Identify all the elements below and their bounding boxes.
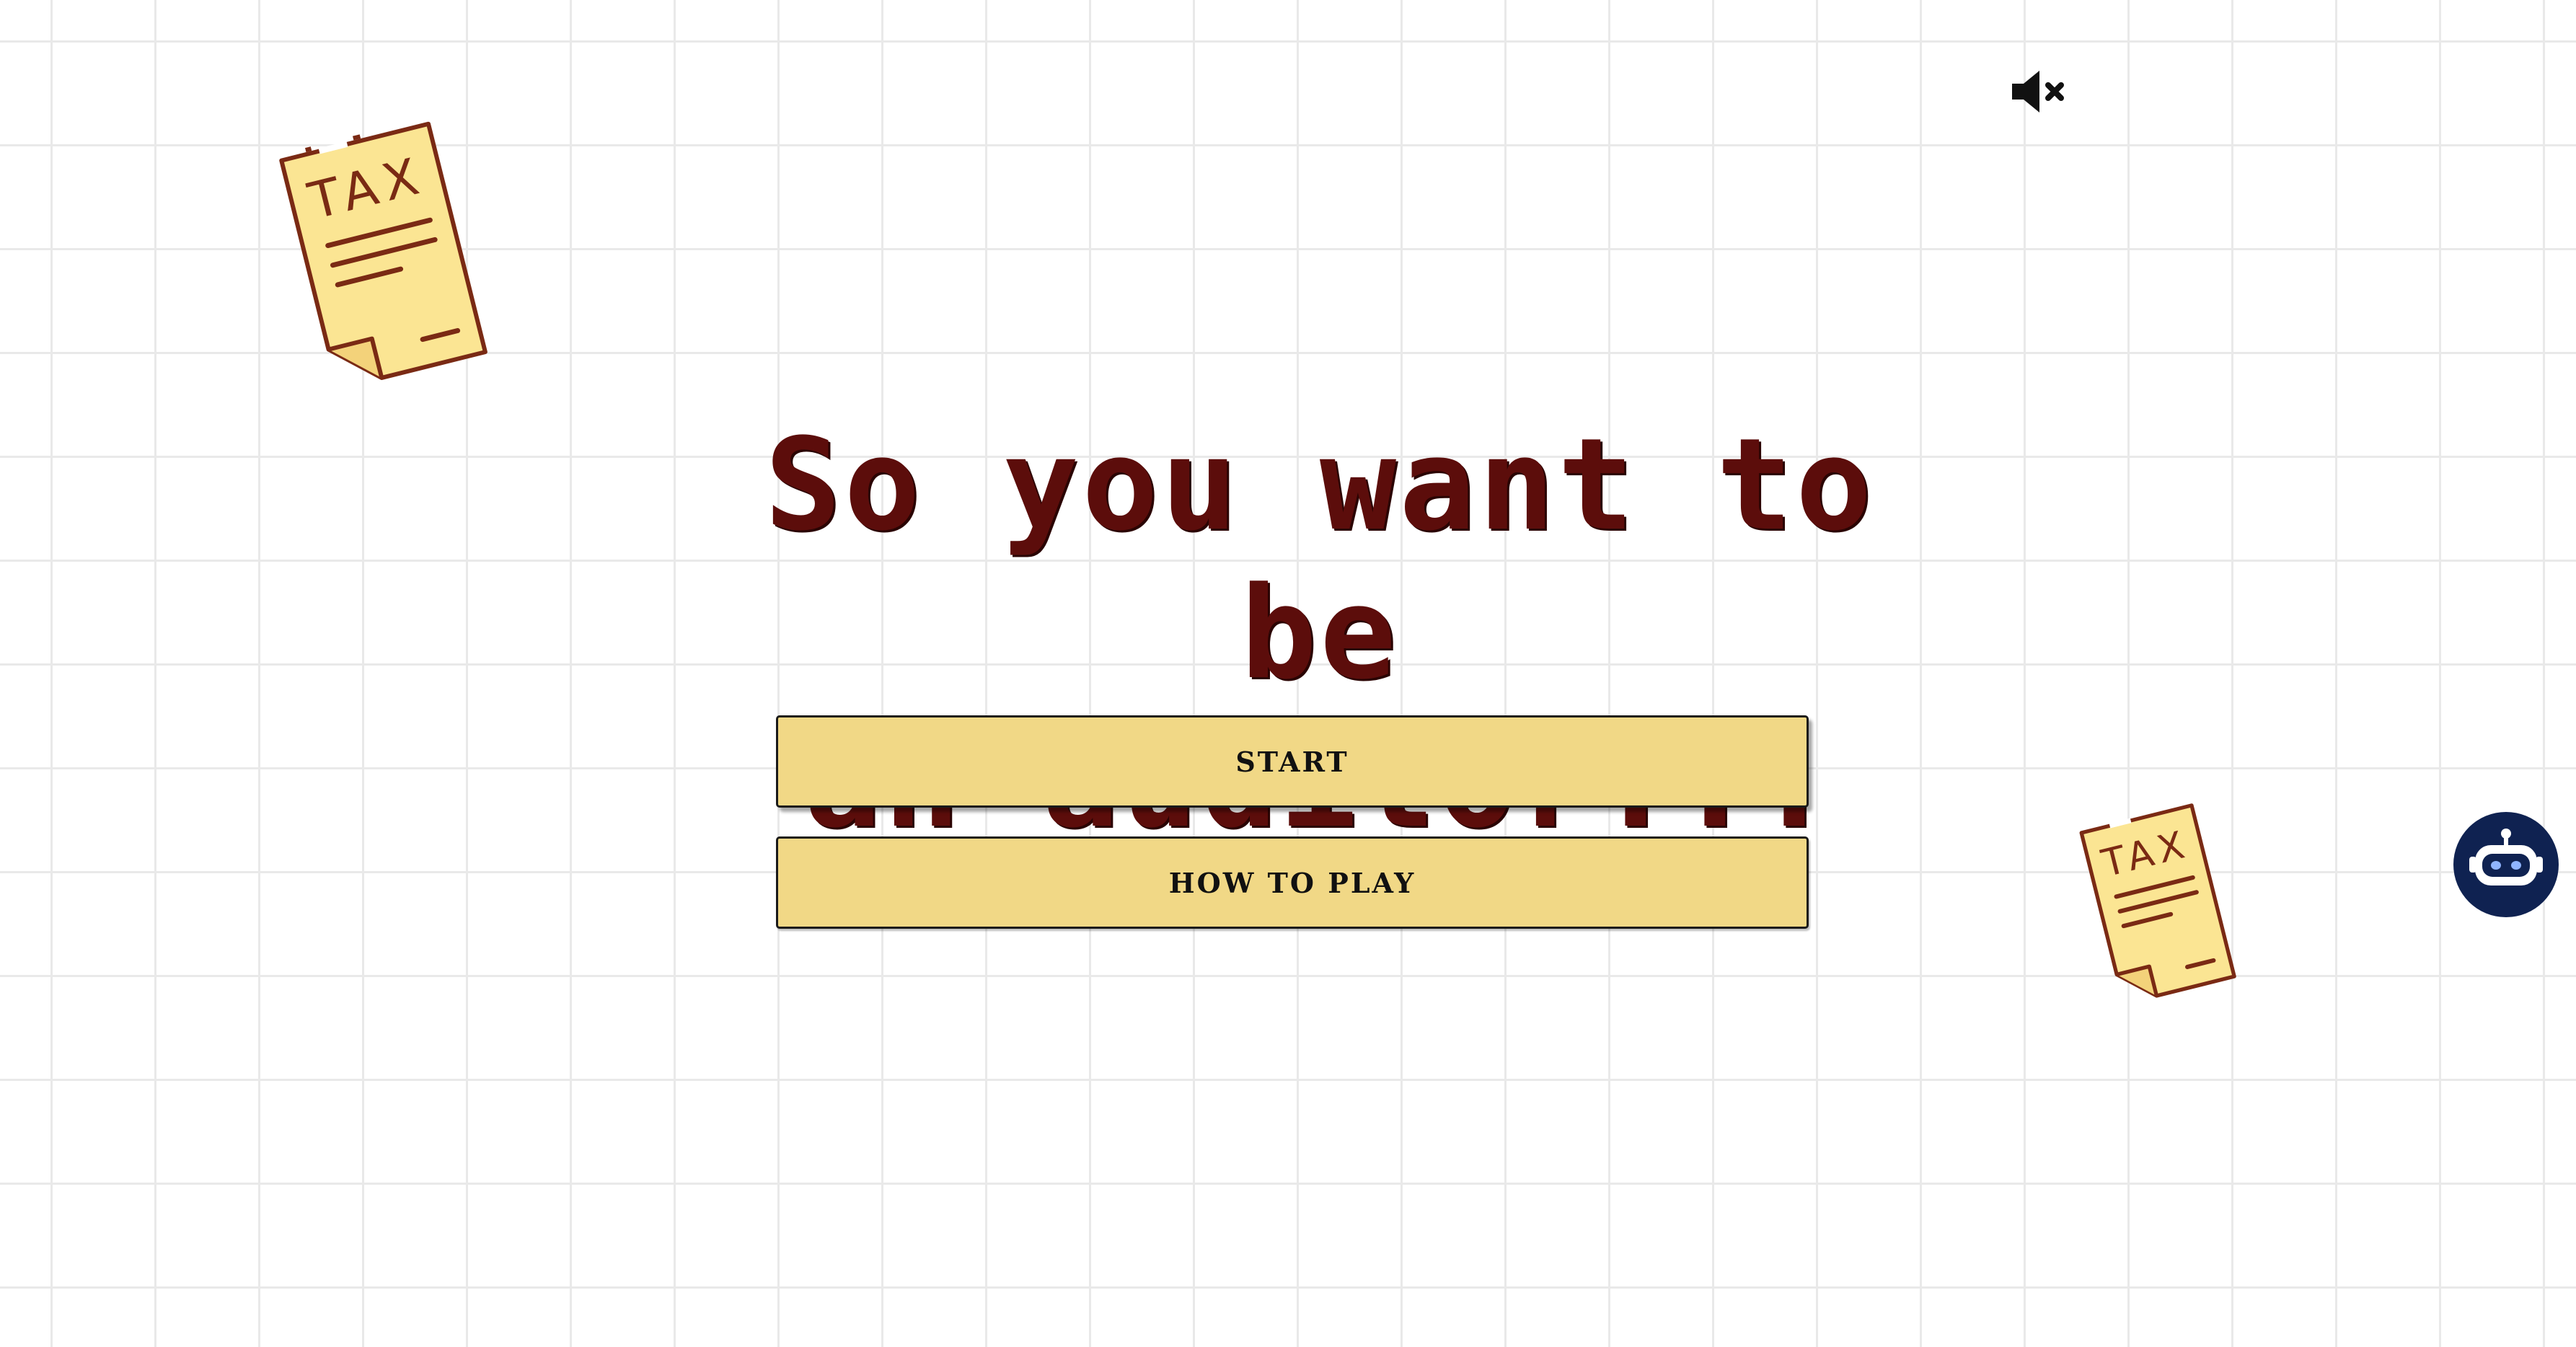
mute-toggle-button[interactable] bbox=[2009, 66, 2070, 117]
tax-document-icon: TAX bbox=[279, 121, 488, 380]
how-to-play-button[interactable]: HOW TO PLAY bbox=[776, 836, 1809, 929]
tax-document-decoration-right: TAX bbox=[2070, 799, 2257, 1015]
chatbot-button[interactable] bbox=[2453, 812, 2559, 917]
start-button[interactable]: START bbox=[776, 715, 1809, 808]
tax-document-icon: TAX bbox=[2079, 803, 2236, 998]
robot-icon bbox=[2453, 812, 2559, 917]
speaker-muted-icon bbox=[2009, 66, 2070, 117]
tax-document-decoration-left: TAX bbox=[268, 115, 513, 404]
